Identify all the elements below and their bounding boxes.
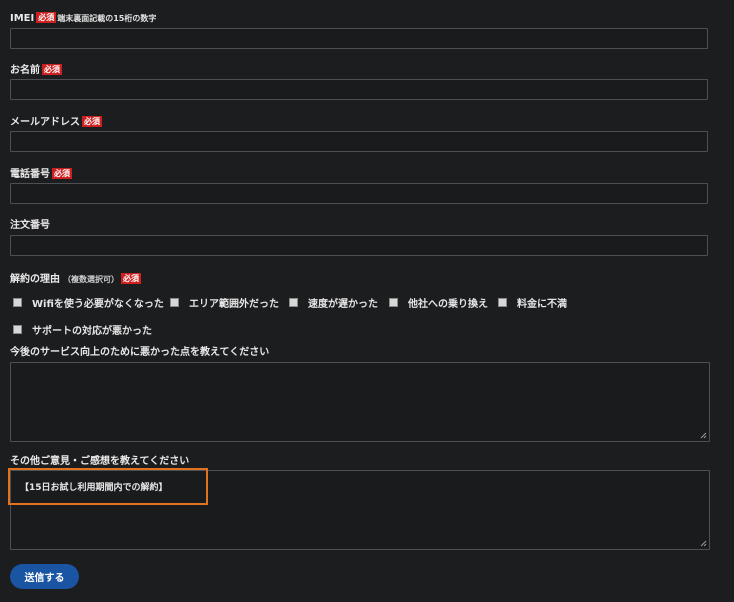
other-label: その他ご意見・ご感想を教えてください bbox=[10, 456, 190, 467]
improvement-textarea[interactable] bbox=[10, 362, 710, 442]
phone-input[interactable] bbox=[10, 183, 708, 204]
checkbox[interactable] bbox=[13, 325, 22, 334]
cancel-reason-sub: （複数選択可） bbox=[63, 275, 119, 284]
required-badge: 必須 bbox=[36, 12, 57, 23]
required-badge: 必須 bbox=[82, 116, 102, 127]
reason-option[interactable]: Wifiを使う必要がなくなった bbox=[13, 295, 164, 310]
phone-label: 電話番号 必須 bbox=[10, 168, 72, 180]
reason-option[interactable]: 料金に不満 bbox=[498, 295, 567, 310]
reason-option[interactable]: 速度が遅かった bbox=[289, 295, 378, 310]
imei-note: 端末裏面記載の15桁の数字 bbox=[57, 14, 157, 23]
name-label: お名前 必須 bbox=[10, 64, 62, 76]
order-label: 注文番号 bbox=[10, 220, 50, 231]
email-input[interactable] bbox=[10, 131, 708, 152]
checkbox[interactable] bbox=[498, 298, 507, 307]
required-badge: 必須 bbox=[121, 273, 141, 284]
submit-button[interactable]: 送信する bbox=[10, 564, 79, 589]
email-label: メールアドレス 必須 bbox=[10, 116, 102, 128]
cancel-reason-label: 解約の理由 （複数選択可） 必須 bbox=[10, 273, 141, 285]
resize-handle-icon[interactable] bbox=[700, 432, 707, 439]
name-input[interactable] bbox=[10, 79, 708, 100]
improvement-label: 今後のサービス向上のために悪かった点を教えてください bbox=[10, 347, 270, 358]
reason-option[interactable]: エリア範囲外だった bbox=[170, 295, 279, 310]
imei-label: IMEI 必須 端末裏面記載の15桁の数字 bbox=[10, 12, 157, 24]
resize-handle-icon[interactable] bbox=[700, 540, 707, 547]
reason-option[interactable]: サポートの対応が悪かった bbox=[13, 322, 152, 337]
order-input[interactable] bbox=[10, 235, 708, 256]
required-badge: 必須 bbox=[52, 168, 72, 179]
required-badge: 必須 bbox=[42, 64, 62, 75]
checkbox[interactable] bbox=[289, 298, 298, 307]
checkbox[interactable] bbox=[170, 298, 179, 307]
imei-input[interactable] bbox=[10, 28, 708, 49]
reason-option[interactable]: 他社への乗り換え bbox=[389, 295, 488, 310]
other-textarea-value: 【15日お試し利用期間内での解約】 bbox=[20, 483, 168, 493]
checkbox[interactable] bbox=[389, 298, 398, 307]
checkbox[interactable] bbox=[13, 298, 22, 307]
